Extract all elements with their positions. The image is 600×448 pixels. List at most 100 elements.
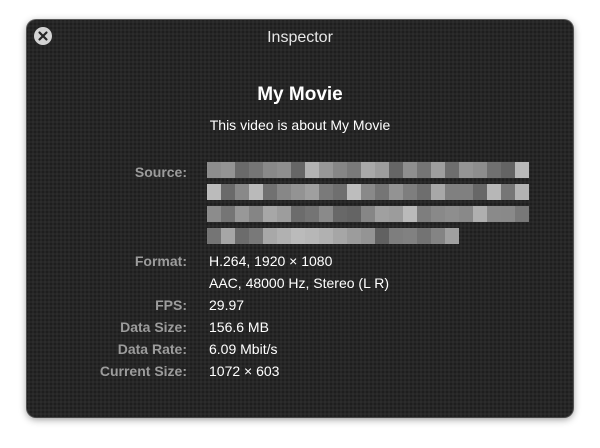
redaction-cell [389,228,403,244]
redaction-cell [431,206,445,222]
redaction-cell [473,162,487,178]
redaction-cell [207,206,221,222]
redaction-cell [207,162,221,178]
redaction-cell [235,228,249,244]
redaction-row [207,162,529,178]
redaction-cell [361,228,375,244]
redaction-cell [417,228,431,244]
data-size-label: Data Size: [120,319,187,335]
redaction-cell [277,228,291,244]
redaction-row [207,228,459,244]
redaction-cell [375,206,389,222]
source-label: Source: [134,164,187,180]
redaction-cell [459,206,473,222]
redaction-cell [361,206,375,222]
redaction-cell [515,162,529,178]
redaction-cell [501,206,515,222]
redaction-cell [347,228,361,244]
redaction-cell [277,206,291,222]
redaction-cell [291,228,305,244]
redaction-cell [277,162,291,178]
redaction-cell [361,184,375,200]
redaction-cell [417,184,431,200]
redaction-cell [319,184,333,200]
current-size-value: 1072 × 603 [209,363,280,379]
redaction-cell [207,184,221,200]
redaction-cell [263,184,277,200]
redaction-cell [249,162,263,178]
fps-label: FPS: [155,297,187,313]
redaction-cell [431,228,445,244]
redaction-row [207,184,529,200]
redaction-cell [515,206,529,222]
redaction-cell [221,206,235,222]
redaction-cell [445,228,459,244]
redaction-cell [291,162,305,178]
redaction-cell [291,184,305,200]
redaction-cell [291,206,305,222]
redaction-cell [207,228,221,244]
redaction-cell [403,184,417,200]
redaction-cell [333,206,347,222]
data-rate-value: 6.09 Mbit/s [209,341,278,357]
movie-title: My Movie [257,84,343,105]
source-value-redacted [207,160,529,248]
redaction-cell [389,162,403,178]
redaction-cell [221,184,235,200]
redaction-cell [347,206,361,222]
movie-description: This video is about My Movie [209,117,391,133]
redaction-cell [235,206,249,222]
redaction-cell [347,162,361,178]
redaction-cell [361,162,375,178]
redaction-cell [487,162,501,178]
redaction-cell [389,206,403,222]
window-title: Inspector [267,29,333,46]
redaction-cell [221,228,235,244]
redaction-cell [305,228,319,244]
redaction-cell [473,184,487,200]
redaction-cell [375,184,389,200]
redaction-cell [319,162,333,178]
fps-value: 29.97 [209,297,245,313]
redaction-cell [221,162,235,178]
redaction-cell [249,184,263,200]
redaction-cell [305,162,319,178]
redaction-cell [501,162,515,178]
redaction-cell [375,162,389,178]
redaction-cell [431,184,445,200]
format-audio-value: AAC, 48000 Hz, Stereo (L R) [209,275,390,291]
redaction-cell [249,228,263,244]
redaction-cell [487,206,501,222]
redaction-cell [487,184,501,200]
redaction-cell [445,162,459,178]
redaction-cell [501,184,515,200]
redaction-cell [375,228,389,244]
redaction-cell [249,206,263,222]
redaction-cell [417,162,431,178]
current-size-label: Current Size: [99,363,187,379]
redaction-cell [319,228,333,244]
redaction-cell [263,228,277,244]
redaction-cell [403,228,417,244]
data-size-value: 156.6 MB [209,319,269,335]
redaction-cell [305,184,319,200]
redaction-cell [473,206,487,222]
redaction-cell [459,162,473,178]
redaction-cell [445,206,459,222]
redaction-cell [333,184,347,200]
redaction-cell [263,206,277,222]
redaction-row [207,206,529,222]
redaction-cell [319,206,333,222]
title-bar[interactable]: Inspector [27,20,573,54]
redaction-cell [347,184,361,200]
format-video-value: H.264, 1920 × 1080 [209,253,333,269]
redaction-cell [263,162,277,178]
redaction-cell [333,228,347,244]
redaction-cell [403,206,417,222]
redaction-cell [305,206,319,222]
redaction-cell [515,184,529,200]
redaction-cell [235,184,249,200]
redaction-cell [277,184,291,200]
data-rate-label: Data Rate: [117,341,187,357]
redaction-cell [417,206,431,222]
